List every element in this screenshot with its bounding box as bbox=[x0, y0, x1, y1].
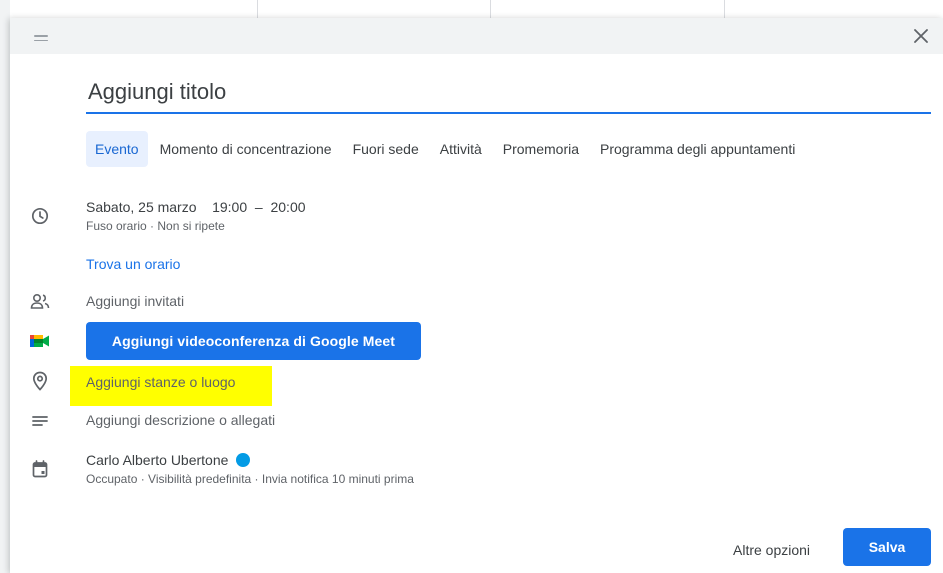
add-guests-field[interactable]: Aggiungi invitati bbox=[86, 293, 184, 309]
people-icon bbox=[28, 290, 52, 314]
start-time-selector[interactable]: 19:00 bbox=[212, 199, 247, 215]
title-field bbox=[86, 76, 935, 114]
calendar-color-dot bbox=[236, 453, 251, 467]
time-separator: – bbox=[254, 199, 263, 215]
calendar-owner-name: Carlo Alberto Ubertone bbox=[86, 452, 229, 468]
add-description-field[interactable]: Aggiungi descrizione o allegati bbox=[86, 412, 275, 428]
calendar-details[interactable]: Occupato · Visibilità predefinita · Invi… bbox=[86, 472, 414, 486]
datetime-line: Sabato, 25 marzo 19:00 – 20:00 bbox=[86, 199, 306, 215]
datetime-subline: Fuso orario · Non si ripete bbox=[86, 219, 225, 233]
timezone-link[interactable]: Fuso orario bbox=[86, 219, 147, 233]
date-selector[interactable]: Sabato, 25 marzo bbox=[86, 199, 197, 215]
tab-attivita[interactable]: Attività bbox=[431, 131, 491, 167]
tab-evento[interactable]: Evento bbox=[86, 131, 148, 167]
add-location-field[interactable]: Aggiungi stanze o luogo bbox=[86, 374, 235, 390]
tab-fuori-sede[interactable]: Fuori sede bbox=[344, 131, 428, 167]
more-options-button[interactable]: Altre opzioni bbox=[725, 532, 818, 568]
add-google-meet-button[interactable]: Aggiungi videoconferenza di Google Meet bbox=[86, 322, 421, 360]
close-icon bbox=[914, 29, 928, 43]
repeat-selector[interactable]: Non si ripete bbox=[157, 219, 224, 233]
close-button[interactable] bbox=[909, 24, 933, 48]
find-time-link[interactable]: Trova un orario bbox=[86, 256, 180, 272]
save-button[interactable]: Salva bbox=[843, 528, 931, 566]
separator-dot: · bbox=[150, 219, 155, 233]
calendar-icon bbox=[28, 457, 52, 481]
title-input[interactable] bbox=[86, 76, 935, 108]
event-type-tabs: Evento Momento di concentrazione Fuori s… bbox=[86, 131, 807, 167]
google-meet-icon bbox=[28, 329, 52, 353]
dialog-header bbox=[10, 18, 943, 54]
tab-promemoria[interactable]: Promemoria bbox=[494, 131, 588, 167]
event-dialog: Evento Momento di concentrazione Fuori s… bbox=[10, 18, 943, 573]
drag-handle-icon[interactable] bbox=[34, 35, 48, 42]
clock-icon bbox=[28, 204, 52, 228]
calendar-owner[interactable]: Carlo Alberto Ubertone bbox=[86, 452, 251, 468]
tab-momento-concentrazione[interactable]: Momento di concentrazione bbox=[151, 131, 341, 167]
end-time-selector[interactable]: 20:00 bbox=[270, 199, 305, 215]
tab-programma-appuntamenti[interactable]: Programma degli appuntamenti bbox=[591, 131, 804, 167]
notes-icon bbox=[28, 409, 52, 433]
location-pin-icon bbox=[28, 369, 52, 393]
